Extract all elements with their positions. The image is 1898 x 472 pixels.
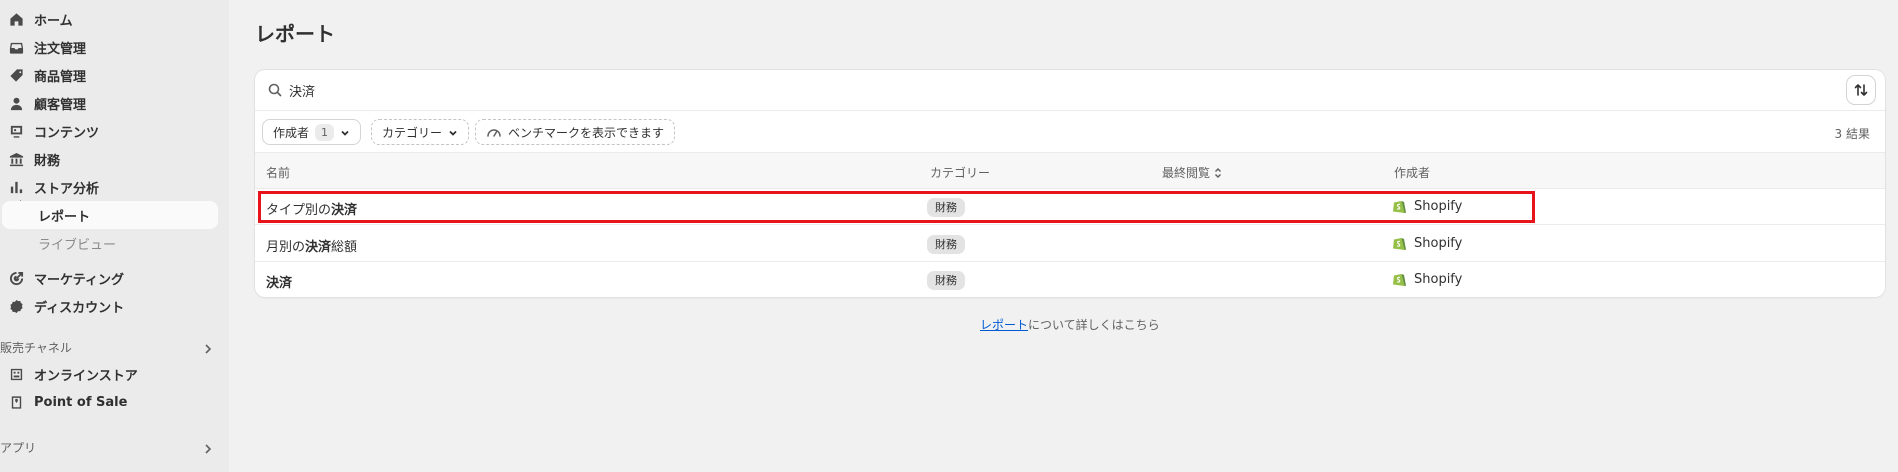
sidebar-item-customers[interactable]: 顧客管理 <box>8 90 86 116</box>
sidebar-item-orders[interactable]: 注文管理 <box>8 34 86 60</box>
sidebar-item-finance[interactable]: 財務 <box>8 146 60 172</box>
sidebar-item-analytics[interactable]: ストア分析 <box>8 174 99 200</box>
store-icon <box>8 366 24 382</box>
sales-channels-label: 販売チャネル <box>0 341 72 355</box>
sidebar-item-label: マーケティング <box>34 272 124 288</box>
chevron-down-icon <box>340 127 350 137</box>
page-title: レポート <box>255 22 335 46</box>
column-header-name[interactable]: 名前 <box>266 164 290 181</box>
report-name-match: 決済 <box>266 276 293 291</box>
sidebar-item-label: オンラインストア <box>34 368 138 384</box>
inbox-icon <box>8 39 24 55</box>
pos-icon <box>8 394 24 410</box>
author-cell: Shopify <box>1392 198 1462 214</box>
sidebar-item-home[interactable]: ホーム <box>8 6 73 32</box>
author-name: Shopify <box>1414 271 1463 287</box>
category-badge: 財務 <box>927 198 965 217</box>
target-icon <box>8 270 24 286</box>
column-header-label: 最終閲覧 <box>1162 166 1211 180</box>
sidebar-item-live-view[interactable]: ライブビュー <box>2 229 218 257</box>
sidebar-item-label: ディスカウント <box>34 300 125 316</box>
table-header: 名前 カテゴリー 最終閲覧 作成者 <box>255 153 1885 189</box>
sidebar-item-products[interactable]: 商品管理 <box>8 62 86 88</box>
report-name-match: 決済 <box>331 203 358 218</box>
sidebar-item-label: コンテンツ <box>34 125 100 141</box>
filter-count: 1 <box>315 123 335 141</box>
author-filter[interactable]: 作成者 1 <box>262 119 362 145</box>
chevron-right-icon[interactable] <box>202 443 214 455</box>
column-header-author[interactable]: 作成者 <box>1394 164 1430 181</box>
reports-help-link[interactable]: レポート <box>980 318 1028 332</box>
sidebar-item-label: 商品管理 <box>34 69 87 85</box>
sort-arrows-icon <box>1854 84 1868 96</box>
column-header-last-viewed[interactable]: 最終閲覧 <box>1162 164 1223 181</box>
filter-label: カテゴリー <box>382 125 443 140</box>
chevron-right-icon[interactable] <box>202 343 214 355</box>
sidebar-item-online-store[interactable]: オンラインストア <box>8 361 138 387</box>
reports-card: 作成者 1 カテゴリー ベンチマークを表示できます 3 結果 名前 カテゴリー … <box>255 70 1885 297</box>
sort-icon <box>1213 167 1223 179</box>
sort-button[interactable] <box>1847 76 1875 104</box>
sidebar-item-label: 顧客管理 <box>34 97 87 113</box>
sidebar-item-label: 財務 <box>34 153 61 169</box>
shopify-logo-icon <box>1393 274 1406 286</box>
search-icon <box>268 83 282 97</box>
column-header-category[interactable]: カテゴリー <box>930 164 990 181</box>
report-name-text: 総額 <box>331 240 358 255</box>
author-name: Shopify <box>1414 198 1463 214</box>
home-icon <box>8 11 24 27</box>
report-name[interactable]: タイプ別の決済 <box>266 199 357 218</box>
sidebar-item-label: ホーム <box>34 13 73 29</box>
table-row[interactable]: 決済 財務 Shopify <box>255 262 1885 297</box>
sidebar-item-marketing[interactable]: マーケティング <box>8 265 124 291</box>
search-bar <box>255 70 1885 111</box>
report-name-match: 決済 <box>305 240 332 255</box>
category-badge: 財務 <box>927 235 965 254</box>
bank-icon <box>8 151 24 167</box>
author-cell: Shopify <box>1392 235 1462 251</box>
filter-bar: 作成者 1 カテゴリー ベンチマークを表示できます 3 結果 <box>255 111 1885 153</box>
chevron-down-icon <box>448 127 458 137</box>
highlight-box <box>258 191 1535 223</box>
sidebar-item-label: Point of Sale <box>34 394 128 410</box>
shopify-logo-icon <box>1393 201 1406 213</box>
apps-label: アプリ <box>0 441 37 455</box>
report-name-text: 月別の <box>266 240 306 255</box>
category-filter[interactable]: カテゴリー <box>371 119 470 145</box>
shopify-logo-icon <box>1393 238 1406 250</box>
filter-label: ベンチマークを表示できます <box>508 125 665 140</box>
tag-icon <box>8 67 24 83</box>
sidebar-item-reports[interactable]: レポート <box>2 201 218 229</box>
footer-text: について詳しくはこちら <box>1028 318 1160 332</box>
category-badge: 財務 <box>927 271 965 290</box>
sidebar-item-content[interactable]: コンテンツ <box>8 118 99 144</box>
report-name-text: タイプ別の <box>266 203 332 218</box>
report-name[interactable]: 月別の決済総額 <box>266 236 357 255</box>
author-cell: Shopify <box>1392 271 1462 287</box>
table-row[interactable]: タイプ別の決済 財務 Shopify <box>255 189 1885 225</box>
benchmark-filter[interactable]: ベンチマークを表示できます <box>475 119 676 145</box>
sidebar: ホーム 注文管理 商品管理 顧客管理 コンテンツ 財務 ストア分析 レポート ラ… <box>0 0 229 472</box>
chart-icon <box>8 179 24 195</box>
table-row[interactable]: 月別の決済総額 財務 Shopify <box>255 226 1885 262</box>
sidebar-item-discounts[interactable]: ディスカウント <box>8 293 124 319</box>
sidebar-item-label: レポート <box>38 209 91 225</box>
search-input[interactable] <box>289 79 1689 101</box>
footer-note: レポートについて詳しくはこちら <box>980 316 1160 333</box>
sidebar-item-pos[interactable]: Point of Sale <box>8 389 127 415</box>
filter-label: 作成者 <box>273 125 310 140</box>
report-name[interactable]: 決済 <box>266 272 292 291</box>
sidebar-item-label: ストア分析 <box>34 181 100 197</box>
sidebar-item-label: 注文管理 <box>34 41 87 57</box>
discount-icon <box>8 298 24 314</box>
result-count: 3 結果 <box>1834 127 1870 141</box>
gauge-icon <box>486 125 502 139</box>
person-icon <box>8 95 24 111</box>
content-icon <box>8 123 24 139</box>
author-name: Shopify <box>1414 235 1463 251</box>
sidebar-item-label: ライブビュー <box>38 237 117 253</box>
